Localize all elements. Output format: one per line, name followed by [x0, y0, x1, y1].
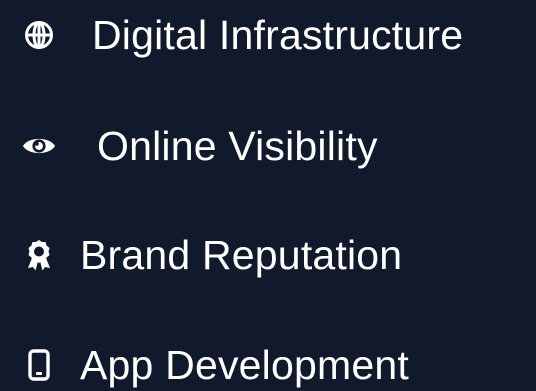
eye-icon — [22, 129, 56, 163]
services-list: Digital Infrastructure Online Visibility… — [0, 0, 536, 391]
service-label: App Development — [80, 342, 409, 388]
mobile-phone-icon — [22, 348, 56, 382]
globe-icon — [22, 18, 56, 52]
service-label: Brand Reputation — [80, 232, 403, 278]
service-label: Digital Infrastructure — [92, 12, 464, 58]
service-label: Online Visibility — [97, 123, 378, 169]
award-icon — [22, 238, 56, 272]
